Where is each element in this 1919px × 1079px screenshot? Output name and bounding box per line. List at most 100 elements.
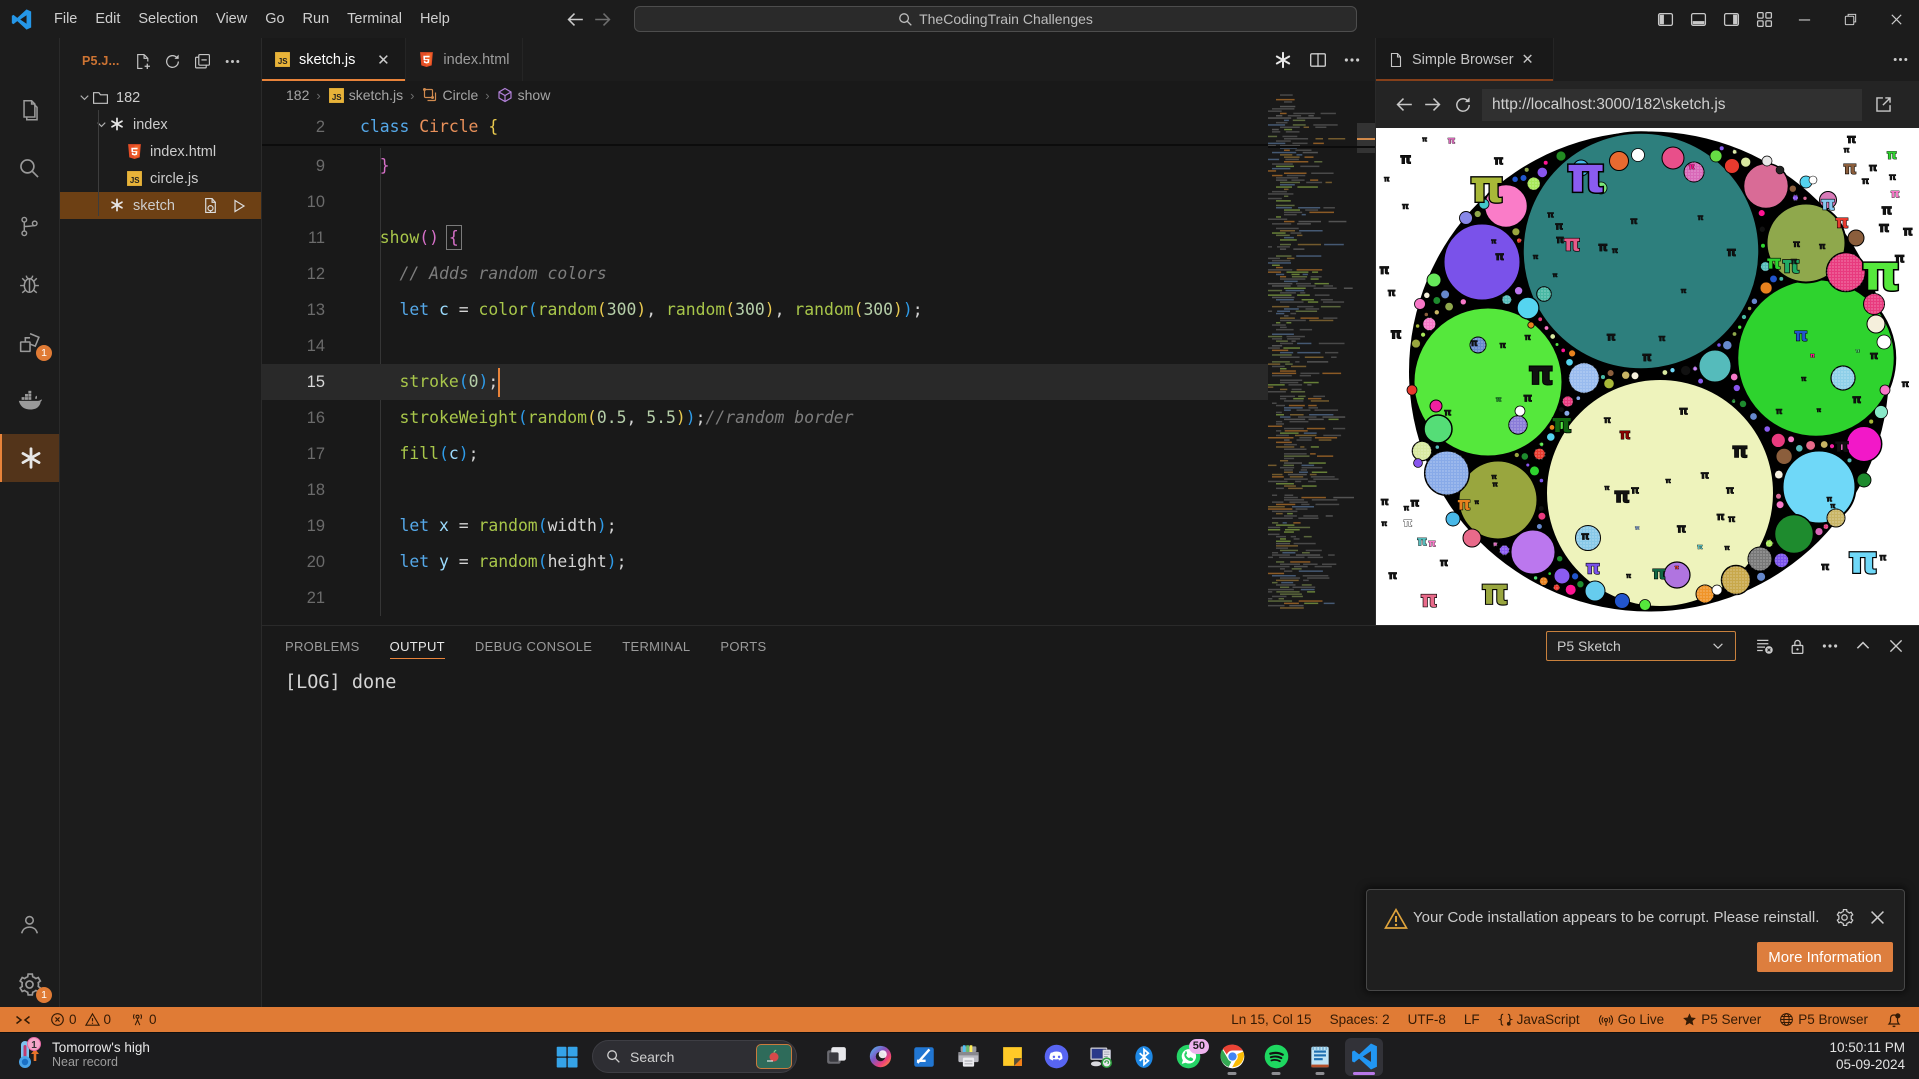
restore-icon[interactable]: [1827, 0, 1873, 38]
activity-docker[interactable]: [0, 376, 59, 424]
close-tab-icon[interactable]: ✕: [373, 50, 393, 70]
taskbar-search[interactable]: Search: [592, 1040, 797, 1073]
breadcrumb-182[interactable]: 182: [286, 87, 309, 103]
menu-run[interactable]: Run: [294, 6, 339, 32]
menu-file[interactable]: File: [45, 6, 86, 32]
toggle-secondary-sidebar-icon[interactable]: [1715, 0, 1748, 38]
collapse-all-icon[interactable]: [194, 53, 211, 70]
menu-go[interactable]: Go: [256, 6, 293, 32]
close-window-icon[interactable]: [1873, 0, 1919, 38]
activity-extensions[interactable]: 1: [0, 318, 59, 366]
p5-sketch-canvas[interactable]: ππππππππππππππππππππππππππππππππππππππππ…: [1376, 128, 1919, 625]
close-panel-icon[interactable]: [1887, 637, 1905, 655]
tab-sketch-js[interactable]: JSsketch.js✕: [262, 38, 406, 81]
activity-explorer[interactable]: [0, 86, 59, 134]
toggle-panel-icon[interactable]: [1682, 0, 1715, 38]
file-code-icon[interactable]: [202, 197, 219, 214]
tab-index-html[interactable]: index.html: [406, 38, 522, 81]
spotify[interactable]: [1257, 1038, 1295, 1076]
taskbar-clock[interactable]: 10:50:11 PM 05-09-2024: [1829, 1039, 1905, 1073]
notepad[interactable]: [1301, 1038, 1339, 1076]
sticky-notes[interactable]: [993, 1038, 1031, 1076]
breadcrumb-show[interactable]: show: [497, 87, 551, 103]
more-information-button[interactable]: More Information: [1757, 942, 1893, 972]
forward-arrow-icon[interactable]: [594, 10, 613, 29]
panel-more-actions-icon[interactable]: [1821, 637, 1839, 655]
start-button[interactable]: [548, 1038, 586, 1076]
status-encoding[interactable]: UTF-8: [1403, 1007, 1451, 1032]
customize-layout-icon[interactable]: [1748, 0, 1781, 38]
menu-help[interactable]: Help: [411, 6, 459, 32]
panel-tab-problems[interactable]: PROBLEMS: [285, 626, 360, 666]
status-p5-server[interactable]: P5 Server: [1677, 1007, 1766, 1032]
discord[interactable]: [1037, 1038, 1075, 1076]
play-icon[interactable]: [231, 198, 247, 214]
browser-reload-icon[interactable]: [1448, 96, 1478, 114]
snipping-tool[interactable]: [905, 1038, 943, 1076]
browser-url-input[interactable]: http://localhost:3000/182\sketch.js: [1482, 89, 1862, 121]
panel-tab-output[interactable]: OUTPUT: [390, 626, 445, 666]
activity-settings[interactable]: 1: [0, 960, 59, 1008]
status-p5-browser[interactable]: P5 Browser: [1774, 1007, 1873, 1032]
minimap[interactable]: [1268, 90, 1357, 614]
menu-selection[interactable]: Selection: [129, 6, 207, 32]
new-file-icon[interactable]: [134, 53, 151, 70]
toggle-sidebar-icon[interactable]: [1649, 0, 1682, 38]
p5-run-sketch-icon[interactable]: [1273, 50, 1293, 70]
minimize-icon[interactable]: [1781, 0, 1827, 38]
open-external-icon[interactable]: [1874, 95, 1893, 114]
status-indentation[interactable]: Spaces: 2: [1325, 1007, 1395, 1032]
panel-tab-debug-console[interactable]: DEBUG CONSOLE: [475, 626, 592, 666]
printer[interactable]: [949, 1038, 987, 1076]
split-editor-icon[interactable]: [1309, 51, 1327, 69]
status-cursor-position[interactable]: Ln 15, Col 15: [1226, 1007, 1316, 1032]
weather-widget[interactable]: 1 Tomorrow's high Near record: [14, 1037, 150, 1071]
tree-item-circle-js[interactable]: JScircle.js: [60, 165, 261, 192]
close-tab-icon[interactable]: ✕: [1522, 52, 1534, 68]
browser-more-actions-icon[interactable]: [1892, 38, 1909, 81]
browser-back-icon[interactable]: [1388, 95, 1418, 114]
activity-p5-projects[interactable]: [0, 434, 59, 482]
task-view[interactable]: [817, 1038, 855, 1076]
activity-source-control[interactable]: [0, 202, 59, 250]
code-editor[interactable]: 2class Circle { 9 }1011 show() {12 // Ad…: [262, 109, 1375, 625]
more-actions-icon[interactable]: [224, 53, 241, 70]
lock-icon[interactable]: [1789, 638, 1806, 655]
notification-close-icon[interactable]: [1868, 908, 1887, 927]
chrome[interactable]: [1213, 1038, 1251, 1076]
whatsapp[interactable]: 50: [1169, 1038, 1207, 1076]
ports-indicator[interactable]: 0: [125, 1007, 162, 1032]
browser-forward-icon[interactable]: [1418, 95, 1448, 114]
tree-item-index-html[interactable]: index.html: [60, 138, 261, 165]
status-go-live[interactable]: Go Live: [1593, 1007, 1670, 1032]
activity-run-debug[interactable]: [0, 260, 59, 308]
remote-desktop[interactable]: [1081, 1038, 1119, 1076]
status-eol[interactable]: LF: [1459, 1007, 1485, 1032]
activity-accounts[interactable]: [0, 900, 59, 948]
editor-more-actions-icon[interactable]: [1343, 51, 1361, 69]
output-channel-select[interactable]: P5 Sketch: [1546, 631, 1736, 661]
activity-search[interactable]: [0, 144, 59, 192]
breadcrumb-sketch-js[interactable]: JSsketch.js: [328, 87, 403, 103]
tab-simple-browser[interactable]: Simple Browser ✕: [1376, 38, 1554, 81]
problems-indicator[interactable]: 0 0: [45, 1007, 116, 1032]
breadcrumb-Circle[interactable]: Circle: [422, 87, 479, 103]
copilot[interactable]: [861, 1038, 899, 1076]
command-center-search[interactable]: TheCodingTrain Challenges: [634, 6, 1357, 32]
tree-item-sketch[interactable]: sketch: [60, 192, 261, 219]
clear-output-icon[interactable]: [1756, 637, 1774, 655]
tree-item-182[interactable]: 182: [60, 84, 261, 111]
menu-terminal[interactable]: Terminal: [338, 6, 411, 32]
back-arrow-icon[interactable]: [565, 10, 584, 29]
notification-settings-icon[interactable]: [1835, 908, 1854, 927]
status-notifications[interactable]: [1881, 1007, 1907, 1032]
bluetooth[interactable]: [1125, 1038, 1163, 1076]
status-language[interactable]: JavaScript: [1493, 1007, 1585, 1032]
tree-item-index[interactable]: index: [60, 111, 261, 138]
refresh-icon[interactable]: [164, 53, 181, 70]
breadcrumbs[interactable]: 182›JSsketch.js›Circle›show: [262, 81, 1375, 109]
panel-tab-terminal[interactable]: TERMINAL: [622, 626, 690, 666]
panel-tab-ports[interactable]: PORTS: [720, 626, 766, 666]
menu-edit[interactable]: Edit: [86, 6, 129, 32]
menu-view[interactable]: View: [207, 6, 256, 32]
